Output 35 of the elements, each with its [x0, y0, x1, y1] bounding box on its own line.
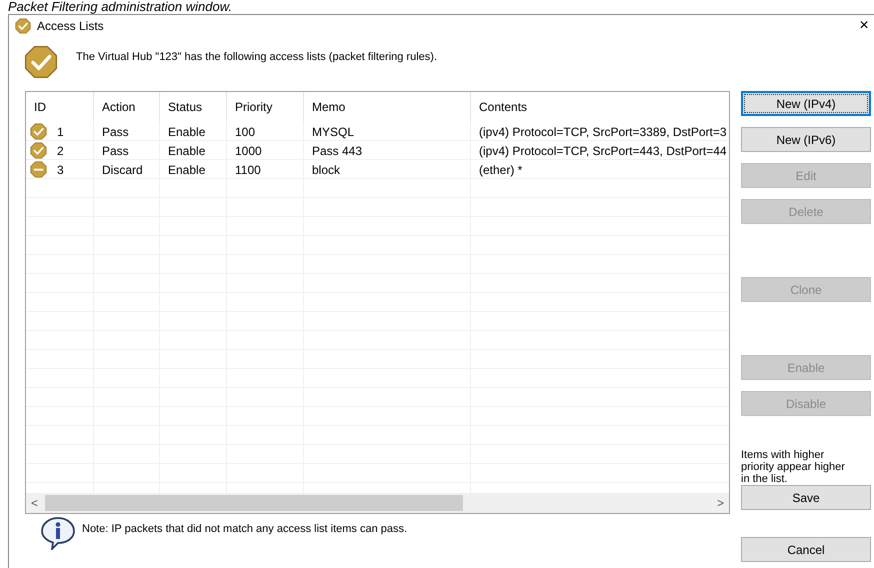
note-text: Note: IP packets that did not match any access list items can pass.	[82, 523, 408, 535]
table-cell-text: Discard	[101, 162, 144, 176]
scroll-right-arrow[interactable]: >	[712, 496, 729, 510]
action-button[interactable]: New (IPv4)	[741, 91, 871, 116]
table-cell-text: 2	[56, 144, 64, 158]
save-button[interactable]: Save	[741, 485, 871, 510]
table-cell-text: 1000	[234, 144, 263, 158]
hint-text: Items with higher priority appear higher in the list.	[741, 449, 846, 485]
table-cell-text: Enable	[167, 162, 206, 176]
close-button[interactable]: ×	[854, 17, 874, 35]
scroll-left-arrow[interactable]: <	[26, 496, 43, 510]
table-cell-text: MYSQL	[311, 124, 356, 138]
horizontal-scrollbar[interactable]: < >	[26, 493, 729, 513]
table-cell-text: 1100	[234, 162, 262, 176]
table-cell-text: 1	[56, 124, 64, 138]
table-cell-text: (ether) *	[478, 162, 524, 176]
table-cell-text: (ipv4) Protocol=TCP, SrcPort=443, DstPort=44	[478, 144, 728, 158]
action-button[interactable]: New (IPv6)	[741, 127, 871, 152]
check-badge-icon	[15, 18, 31, 34]
header-text: The Virtual Hub "123" has the following access lists (packet filtering rules).	[76, 51, 437, 63]
cancel-button[interactable]: Cancel	[741, 537, 871, 562]
table-cell-text: 100	[234, 124, 256, 138]
table-cell-text: Pass	[101, 124, 130, 138]
info-icon	[40, 516, 76, 550]
window-title: Access Lists	[37, 19, 105, 33]
table-cell-text: Enable	[167, 144, 206, 158]
table-cell-text: (ipv4) Protocol=TCP, SrcPort=3389, DstPort=3	[478, 124, 728, 138]
table-cell-text: Pass	[101, 144, 130, 158]
check-badge-icon	[24, 45, 58, 79]
table-cell-text: Enable	[167, 124, 206, 138]
table-cell-text: Pass 443	[311, 144, 364, 158]
table-cell-text: 3	[56, 162, 64, 176]
table-cell-text: block	[311, 162, 342, 176]
caption: Packet Filtering administration window.	[7, 0, 233, 14]
scrollbar-thumb[interactable]	[45, 495, 463, 511]
